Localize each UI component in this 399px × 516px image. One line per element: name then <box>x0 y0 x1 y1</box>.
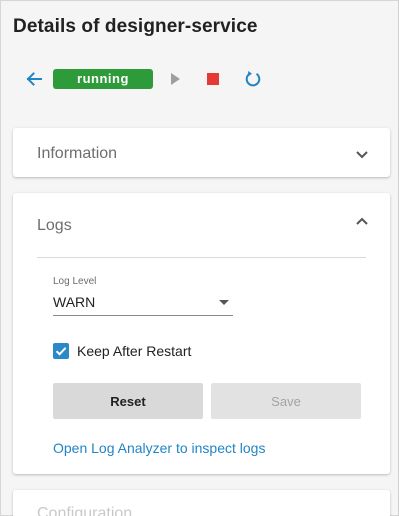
chevron-down-icon <box>356 151 368 159</box>
information-title: Information <box>37 145 118 162</box>
back-button[interactable] <box>22 64 46 94</box>
dropdown-arrow-icon <box>219 300 229 305</box>
stop-icon <box>207 73 219 85</box>
reset-button[interactable]: Reset <box>53 383 203 419</box>
configuration-header[interactable]: Configuration <box>13 490 390 516</box>
chevron-up-icon <box>356 217 368 225</box>
start-button[interactable] <box>163 64 187 94</box>
configuration-panel: Configuration <box>13 490 390 516</box>
log-level-value: WARN <box>53 294 96 310</box>
checkmark-icon <box>55 347 67 356</box>
stop-button[interactable] <box>201 64 225 94</box>
log-level-label: Log Level <box>53 276 97 287</box>
save-button[interactable]: Save <box>211 383 361 419</box>
service-toolbar: running <box>22 64 282 94</box>
information-header[interactable]: Information <box>13 128 390 178</box>
keep-after-restart-checkbox[interactable] <box>53 343 69 359</box>
logs-panel: Logs Log Level WARN Keep After Restart R… <box>13 193 390 474</box>
arrow-left-icon <box>26 72 42 86</box>
log-level-select[interactable]: WARN <box>53 290 233 316</box>
keep-after-restart-label: Keep After Restart <box>77 343 192 359</box>
logs-divider <box>37 257 366 258</box>
restart-icon <box>245 71 261 87</box>
information-panel: Information <box>13 128 390 177</box>
page-title: Details of designer-service <box>13 16 258 37</box>
log-analyzer-link[interactable]: Open Log Analyzer to inspect logs <box>53 440 265 456</box>
play-icon <box>171 73 180 85</box>
logs-title: Logs <box>37 217 72 234</box>
restart-button[interactable] <box>241 64 265 94</box>
logs-header[interactable]: Logs <box>13 193 390 243</box>
configuration-title: Configuration <box>37 505 133 516</box>
status-badge: running <box>53 69 153 89</box>
